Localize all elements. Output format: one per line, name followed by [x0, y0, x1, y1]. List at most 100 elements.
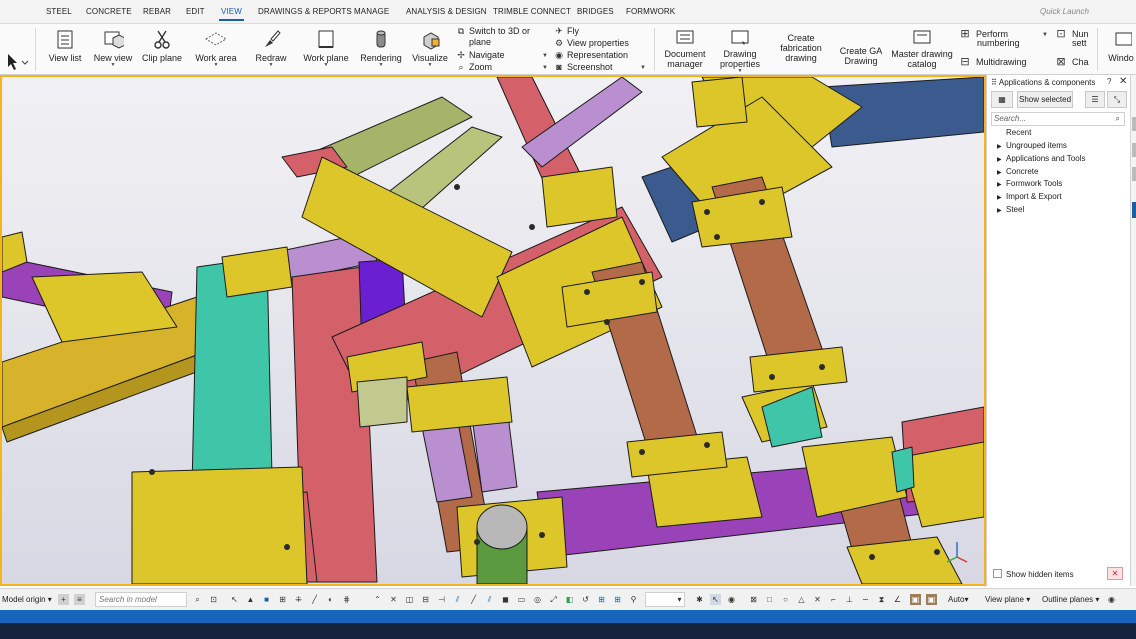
tab-trimble-connect[interactable]: TRIMBLE CONNECT: [493, 7, 571, 16]
tree-item-steel[interactable]: ▶ Steel: [997, 205, 1024, 214]
toggle-wave-icon[interactable]: ∽: [860, 594, 871, 605]
change-numbering-button[interactable]: ⊠ Cha: [1052, 55, 1088, 68]
close-icon[interactable]: ✕: [1119, 76, 1127, 87]
screenshot-button[interactable]: ◙ Screenshot: [553, 62, 612, 72]
snap-geometry-icon[interactable]: ✕: [388, 594, 399, 605]
snap-perp-icon[interactable]: ⫽: [452, 594, 463, 605]
zoom-button[interactable]: ⌕ Zoom: [455, 62, 492, 73]
select-assembly-icon[interactable]: ▲: [245, 594, 256, 605]
tab-view[interactable]: VIEW: [219, 7, 244, 21]
show-selected-button[interactable]: Show selected: [1017, 91, 1073, 108]
panel-search-input[interactable]: Search... ⌕: [991, 112, 1125, 126]
representation-button[interactable]: ◉ Representation: [553, 50, 628, 61]
show-hidden-items-checkbox[interactable]: Show hidden items: [993, 569, 1074, 579]
zoom-fit-icon[interactable]: ⊡: [208, 594, 219, 605]
toggle-cross-icon[interactable]: ✕: [812, 594, 823, 605]
eye-toggle-icon[interactable]: ◉: [1106, 594, 1117, 605]
navigate-button[interactable]: ✢ Navigate: [455, 50, 504, 61]
work-area-button[interactable]: Work area ▼: [194, 27, 238, 68]
stack-icon[interactable]: ≡: [74, 594, 85, 605]
switch-3d-plane-button[interactable]: ⧉ Switch to 3D or: [455, 26, 530, 37]
tab-manage[interactable]: MANAGE: [354, 7, 389, 16]
snap-any-icon[interactable]: ⤢: [548, 594, 559, 605]
toggle-square-icon[interactable]: □: [764, 594, 775, 605]
document-manager-button[interactable]: Document manager: [662, 27, 708, 69]
toggle-circle-icon[interactable]: ○: [780, 594, 791, 605]
tree-item-applications-tools[interactable]: ▶ Applications and Tools: [997, 154, 1085, 163]
add-icon[interactable]: +: [58, 594, 69, 605]
toggle-corner-icon[interactable]: ⌐: [828, 594, 839, 605]
chevron-down-icon[interactable]: ▼: [542, 53, 548, 59]
new-view-button[interactable]: New view ▼: [92, 27, 134, 68]
tab-bridges[interactable]: BRIDGES: [577, 7, 614, 16]
expand-button[interactable]: ⤡: [1107, 91, 1127, 108]
work-plane-button[interactable]: Work plane ▼: [302, 27, 350, 68]
search-model-input[interactable]: Search in model: [95, 592, 187, 607]
tab-steel[interactable]: STEEL: [46, 7, 72, 16]
model-origin-dropdown[interactable]: Model origin ▾: [2, 595, 52, 604]
multidrawing-button[interactable]: ⊟ Multidrawing: [956, 55, 1026, 68]
tab-analysis-design[interactable]: ANALYSIS & DESIGN: [406, 7, 487, 16]
tab-rebar[interactable]: REBAR: [143, 7, 171, 16]
chevron-down-icon[interactable]: ▼: [542, 65, 548, 71]
select-part-icon[interactable]: ■: [261, 594, 272, 605]
tab-concrete[interactable]: CONCRETE: [86, 7, 132, 16]
toggle-fill-icon[interactable]: ▣: [910, 594, 921, 605]
tree-item-formwork-tools[interactable]: ▶ Formwork Tools: [997, 179, 1062, 188]
snap-sphere-icon[interactable]: ⚲: [628, 594, 639, 605]
outline-planes-dropdown[interactable]: Outline planes ▾: [1042, 595, 1099, 604]
remove-icon[interactable]: ✕: [1107, 567, 1123, 580]
view-properties-button[interactable]: ⚙ View properties: [553, 38, 629, 49]
toggle-hourglass-icon[interactable]: ⧗: [876, 594, 887, 605]
quick-launch-input[interactable]: Quick Launch: [1040, 7, 1136, 16]
snap-grid-icon[interactable]: ⊞: [596, 594, 607, 605]
snap-circle-icon[interactable]: ◎: [532, 594, 543, 605]
fly-button[interactable]: ✈ Fly: [553, 26, 579, 37]
master-drawing-catalog-button[interactable]: Master drawing catalog: [891, 27, 953, 69]
select-weld-icon[interactable]: ◐: [325, 594, 336, 605]
snap-curve-icon[interactable]: ↺: [580, 594, 591, 605]
toggle-angle-icon[interactable]: ∠: [892, 594, 903, 605]
auto-dropdown[interactable]: Auto▾: [948, 595, 968, 604]
select-grid-icon[interactable]: ⁜: [293, 594, 304, 605]
snap-box-icon[interactable]: ◼: [500, 594, 511, 605]
chevron-down-icon[interactable]: ▼: [1042, 32, 1048, 38]
redraw-button[interactable]: Redraw ▼: [252, 27, 290, 68]
cursor-icon[interactable]: ↖: [710, 594, 721, 605]
snap-rect-icon[interactable]: ▭: [516, 594, 527, 605]
drawing-properties-button[interactable]: Drawing properties ▼: [717, 27, 763, 74]
rendering-button[interactable]: Rendering ▼: [358, 27, 404, 68]
window-button[interactable]: Windo: [1106, 27, 1136, 63]
tree-item-recent[interactable]: Recent: [997, 128, 1031, 137]
select-component-icon[interactable]: ⊞: [277, 594, 288, 605]
toggle-triangle-icon[interactable]: △: [796, 594, 807, 605]
view-list-button[interactable]: View list: [46, 27, 84, 63]
visualize-button[interactable]: Visualize ▼: [410, 27, 450, 68]
snap-end-icon[interactable]: ⊣: [436, 594, 447, 605]
snap-edge-icon[interactable]: ⊟: [420, 594, 431, 605]
search-icon[interactable]: ⌕: [192, 594, 203, 605]
tree-item-concrete[interactable]: ▶ Concrete: [997, 167, 1038, 176]
tree-item-import-export[interactable]: ▶ Import & Export: [997, 192, 1062, 201]
chevron-down-icon[interactable]: ▼: [640, 65, 646, 71]
snap-line-icon[interactable]: ╱: [468, 594, 479, 605]
toggle-fill-2-icon[interactable]: ▣: [926, 594, 937, 605]
gear-icon[interactable]: ✱: [694, 594, 705, 605]
tab-drawings-reports[interactable]: DRAWINGS & REPORTS: [258, 7, 352, 16]
snap-mid-icon[interactable]: ◫: [404, 594, 415, 605]
view-plane-dropdown[interactable]: View plane ▾: [985, 595, 1030, 604]
tab-formwork[interactable]: FORMWORK: [626, 7, 675, 16]
snap-ext-icon[interactable]: ⫽: [484, 594, 495, 605]
toggle-box-icon[interactable]: ⊠: [748, 594, 759, 605]
list-view-button[interactable]: ☰: [1085, 91, 1105, 108]
select-arrow-icon[interactable]: ↖: [229, 594, 240, 605]
grid-view-button[interactable]: ▦: [991, 91, 1013, 108]
tree-item-ungrouped[interactable]: ▶ Ungrouped items: [997, 141, 1067, 150]
eye-icon[interactable]: ◉: [726, 594, 737, 605]
select-rebar-icon[interactable]: ⋕: [341, 594, 352, 605]
snap-ref-icon[interactable]: ⌃: [372, 594, 383, 605]
snap-green-icon[interactable]: ◧: [564, 594, 575, 605]
steel-model-3d-view[interactable]: [2, 77, 984, 584]
select-line-icon[interactable]: ╱: [309, 594, 320, 605]
create-fabrication-drawing-button[interactable]: Create fabrication drawing: [774, 31, 828, 63]
